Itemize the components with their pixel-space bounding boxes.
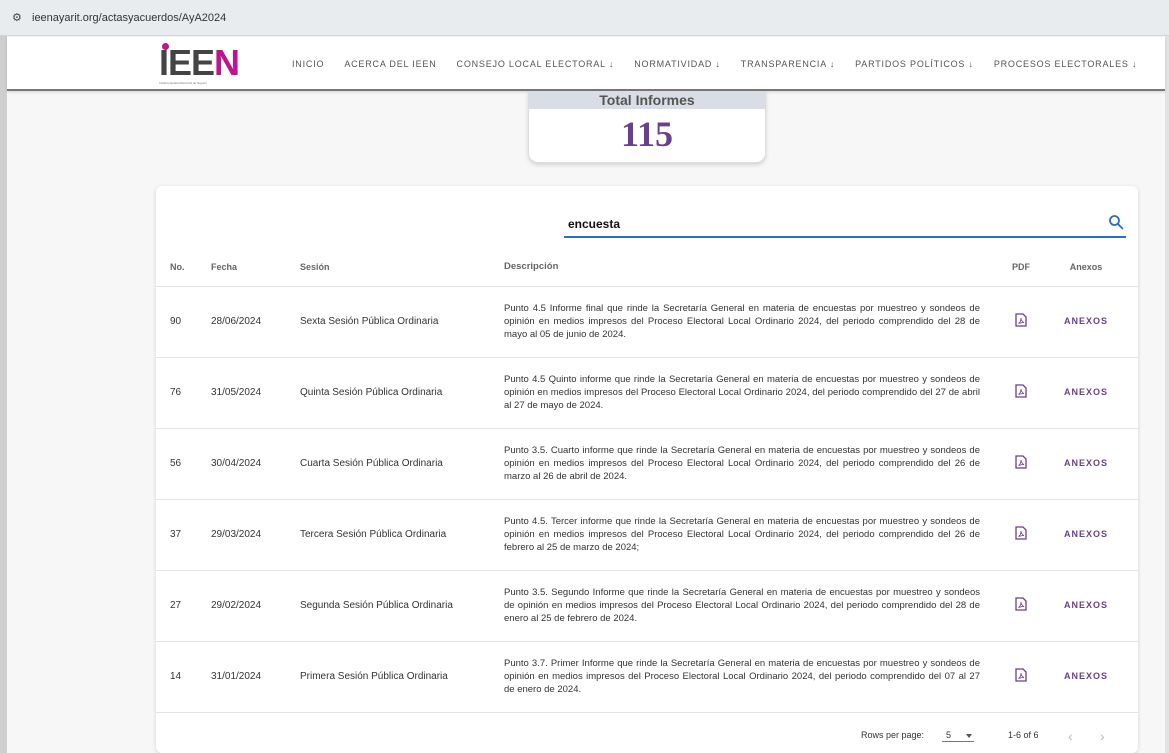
cell-pdf <box>994 641 1048 713</box>
url-text[interactable]: ieenayarit.org/actasyacuerdos/AyA2024 <box>32 12 226 24</box>
table-row: 14 31/01/2024 Primera Sesión Pública Ord… <box>156 641 1138 713</box>
cell-pdf <box>994 357 1048 429</box>
cell-pdf <box>994 286 1048 358</box>
anexos-link[interactable]: ANEXOS <box>1064 529 1108 539</box>
anexos-link[interactable]: ANEXOS <box>1064 387 1108 397</box>
pdf-icon[interactable] <box>1015 384 1027 398</box>
cell-descripcion: Punto 3.5. Cuarto informe que rinde la S… <box>504 428 994 500</box>
search-icon[interactable] <box>1108 214 1124 230</box>
results-table-card: encuesta No. Fecha Sesión Descripción PD… <box>156 186 1138 753</box>
next-page-button[interactable]: › <box>1100 728 1105 744</box>
cell-descripcion: Punto 4.5. Tercer informe que rinde la S… <box>504 499 994 571</box>
cell-pdf <box>994 570 1048 642</box>
menu-item-inicio[interactable]: INICIO <box>292 59 324 69</box>
menu-item-partidos[interactable]: PARTIDOS POLÍTICOS ↓ <box>855 59 974 69</box>
cell-sesion: Quinta Sesión Pública Ordinaria <box>300 357 504 429</box>
table-row: 37 29/03/2024 Tercera Sesión Pública Ord… <box>156 499 1138 571</box>
anexos-link[interactable]: ANEXOS <box>1064 671 1108 681</box>
logo-dot <box>162 43 169 50</box>
cell-sesion: Cuarta Sesión Pública Ordinaria <box>300 428 504 500</box>
cell-sesion: Primera Sesión Pública Ordinaria <box>300 641 504 713</box>
header-fecha[interactable]: Fecha <box>211 248 300 287</box>
cell-fecha: 30/04/2024 <box>211 428 300 500</box>
top-navigation: IEEN Instituto Estatal Electoral de Naya… <box>7 37 1165 91</box>
pagination-bar: Rows per page: 5 1-6 of 6 ‹ › <box>156 722 1138 748</box>
window-frame-right <box>1165 0 1169 753</box>
cell-fecha: 29/02/2024 <box>211 570 300 642</box>
results-table: No. Fecha Sesión Descripción PDF Anexos … <box>156 248 1138 713</box>
cell-fecha: 31/01/2024 <box>211 641 300 713</box>
rows-per-page-select[interactable]: 5 <box>942 726 974 742</box>
header-anexos[interactable]: Anexos <box>1048 248 1138 287</box>
cell-fecha: 28/06/2024 <box>211 286 300 358</box>
total-informes-label: Total Informes <box>529 92 765 109</box>
cell-no: 76 <box>156 357 211 429</box>
cell-no: 14 <box>156 641 211 713</box>
pdf-icon[interactable] <box>1015 597 1027 611</box>
search-input[interactable]: encuesta <box>568 217 620 231</box>
header-no[interactable]: No. <box>156 248 211 287</box>
cell-anexos: ANEXOS <box>1048 286 1138 358</box>
anexos-link[interactable]: ANEXOS <box>1064 600 1108 610</box>
pdf-icon[interactable] <box>1015 313 1027 327</box>
pagination-range: 1-6 of 6 <box>1008 730 1039 740</box>
cell-pdf <box>994 428 1048 500</box>
cell-anexos: ANEXOS <box>1048 428 1138 500</box>
logo-subtitle: Instituto Estatal Electoral de Nayarit <box>159 81 207 85</box>
prev-page-button[interactable]: ‹ <box>1068 728 1073 744</box>
site-settings-icon[interactable]: ⚙ <box>12 12 24 24</box>
cell-sesion: Segunda Sesión Pública Ordinaria <box>300 570 504 642</box>
menu-item-normatividad[interactable]: NORMATIVIDAD ↓ <box>634 59 721 69</box>
pdf-icon[interactable] <box>1015 668 1027 682</box>
table-row: 27 29/02/2024 Segunda Sesión Pública Ord… <box>156 570 1138 642</box>
menu-item-transparencia[interactable]: TRANSPARENCIA ↓ <box>741 59 835 69</box>
cell-pdf <box>994 499 1048 571</box>
table-header-row: No. Fecha Sesión Descripción PDF Anexos <box>156 248 1138 287</box>
browser-url-bar[interactable]: ⚙ ieenayarit.org/actasyacuerdos/AyA2024 <box>0 0 1169 36</box>
table-row: 76 31/05/2024 Quinta Sesión Pública Ordi… <box>156 357 1138 429</box>
cell-descripcion: Punto 3.5. Segundo Informe que rinde la … <box>504 570 994 642</box>
table-row: 56 30/04/2024 Cuarta Sesión Pública Ordi… <box>156 428 1138 500</box>
rows-per-page-label: Rows per page: <box>861 730 925 740</box>
window-frame-left <box>0 0 7 753</box>
header-sesion[interactable]: Sesión <box>300 248 504 287</box>
cell-fecha: 31/05/2024 <box>211 357 300 429</box>
chevron-down-icon <box>966 734 972 738</box>
cell-anexos: ANEXOS <box>1048 570 1138 642</box>
cell-descripcion: Punto 4.5 Quinto informe que rinde la Se… <box>504 357 994 429</box>
cell-descripcion: Punto 4.5 Informe final que rinde la Sec… <box>504 286 994 358</box>
cell-no: 90 <box>156 286 211 358</box>
cell-sesion: Sexta Sesión Pública Ordinaria <box>300 286 504 358</box>
cell-fecha: 29/03/2024 <box>211 499 300 571</box>
menu-item-consejo[interactable]: CONSEJO LOCAL ELECTORAL ↓ <box>457 59 615 69</box>
cell-anexos: ANEXOS <box>1048 499 1138 571</box>
rows-per-page-value: 5 <box>946 730 952 740</box>
menu-item-procesos[interactable]: PROCESOS ELECTORALES ↓ <box>994 59 1137 69</box>
cell-descripcion: Punto 3.7. Primer Informe que rinde la S… <box>504 641 994 713</box>
anexos-link[interactable]: ANEXOS <box>1064 458 1108 468</box>
main-menu: INICIO ACERCA DEL IEEN CONSEJO LOCAL ELE… <box>292 37 1157 91</box>
cell-no: 37 <box>156 499 211 571</box>
search-field[interactable]: encuesta <box>564 212 1126 238</box>
pdf-icon[interactable] <box>1015 455 1027 469</box>
table-row: 90 28/06/2024 Sexta Sesión Pública Ordin… <box>156 286 1138 358</box>
cell-sesion: Tercera Sesión Pública Ordinaria <box>300 499 504 571</box>
pdf-icon[interactable] <box>1015 526 1027 540</box>
logo-wordmark: IEEN <box>159 42 240 83</box>
anexos-link[interactable]: ANEXOS <box>1064 316 1108 326</box>
cell-no: 27 <box>156 570 211 642</box>
ieen-logo[interactable]: IEEN Instituto Estatal Electoral de Naya… <box>159 42 249 87</box>
cell-anexos: ANEXOS <box>1048 641 1138 713</box>
header-pdf[interactable]: PDF <box>994 248 1048 287</box>
cell-anexos: ANEXOS <box>1048 357 1138 429</box>
total-informes-card: Total Informes 115 <box>528 91 766 163</box>
total-informes-value: 115 <box>620 114 673 154</box>
header-descripcion[interactable]: Descripción <box>504 248 994 287</box>
cell-no: 56 <box>156 428 211 500</box>
menu-item-acerca[interactable]: ACERCA DEL IEEN <box>344 59 436 69</box>
